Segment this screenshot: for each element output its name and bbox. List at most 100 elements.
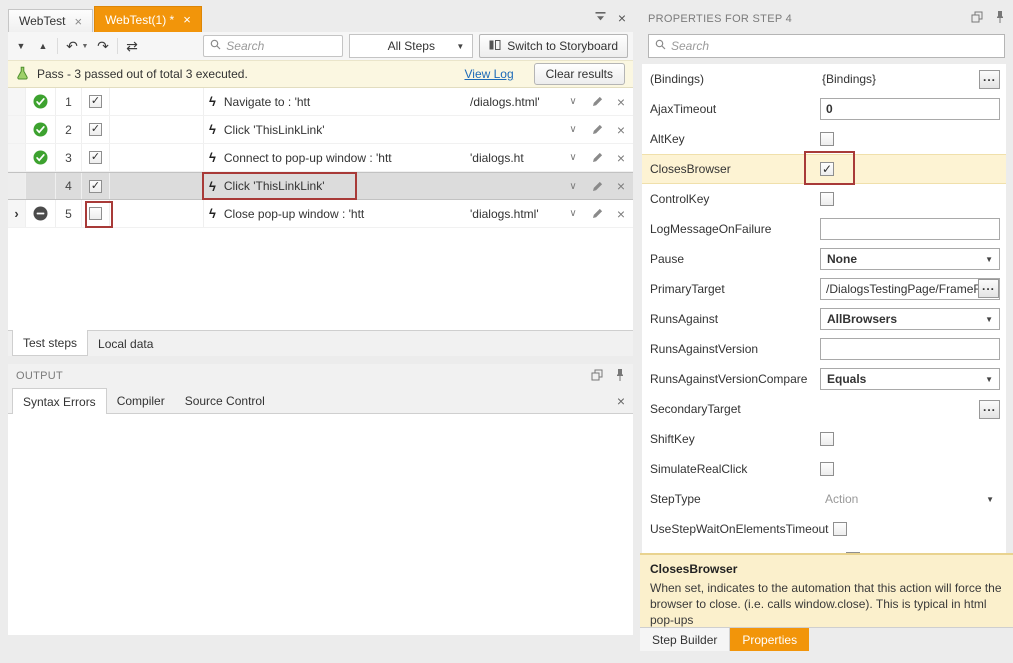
delete-step-icon[interactable]: ×	[609, 88, 633, 115]
property-row[interactable]: ShiftKey	[642, 424, 1006, 454]
ellipsis-button[interactable]: ...	[979, 400, 1000, 419]
collapse-all-icon[interactable]: ▼	[13, 42, 29, 51]
test-step-row[interactable]: 4✓ϟClick 'ThisLinkLink'∨×	[8, 172, 633, 200]
step-target-url: 'dialogs.html'	[461, 200, 561, 227]
property-row[interactable]: SimulateRealClick	[642, 454, 1006, 484]
property-row[interactable]: AltKey	[642, 124, 1006, 154]
undo-icon[interactable]: ↶	[64, 39, 80, 53]
property-select[interactable]: None▼	[820, 248, 1000, 270]
test-step-row[interactable]: 2✓ϟClick 'ThisLinkLink'∨×	[8, 116, 633, 144]
undo-menu-caret-icon[interactable]: ▼	[81, 43, 89, 50]
document-tab[interactable]: WebTest(1) *×	[94, 6, 202, 32]
view-log-link[interactable]: View Log	[464, 67, 513, 81]
property-select[interactable]: AllBrowsers▼	[820, 308, 1000, 330]
ellipsis-button[interactable]: ...	[978, 279, 999, 298]
property-row[interactable]: PrimaryTarget/DialogsTestingPage/FrameFr…	[642, 274, 1006, 304]
test-step-row[interactable]: ›5ϟClose pop-up window : 'htt'dialogs.ht…	[8, 200, 633, 228]
property-row[interactable]: LogMessageOnFailure	[642, 214, 1006, 244]
float-window-icon[interactable]	[971, 11, 983, 26]
pin-icon[interactable]	[995, 10, 1005, 27]
tab-local-data[interactable]: Local data	[88, 331, 163, 356]
delete-step-icon[interactable]: ×	[609, 116, 633, 143]
delete-step-icon[interactable]: ×	[609, 144, 633, 171]
property-row[interactable]: UseStepWaitOnElementsTimeout	[642, 514, 1006, 544]
step-spacer	[110, 88, 204, 115]
property-select-value: None	[827, 252, 857, 266]
property-row[interactable]: RunsAgainstAllBrowsers▼	[642, 304, 1006, 334]
property-checkbox[interactable]	[820, 462, 834, 476]
property-row[interactable]: ClosesBrowser✓	[642, 154, 1006, 184]
property-checkbox[interactable]	[833, 522, 847, 536]
close-panel-icon[interactable]: ×	[618, 10, 626, 26]
delete-step-icon[interactable]: ×	[609, 173, 633, 199]
step-menu-chevron-icon[interactable]: ∨	[561, 116, 585, 143]
float-window-icon[interactable]	[591, 369, 603, 384]
dock-position-icon[interactable]	[595, 11, 606, 25]
ellipsis-button[interactable]: ...	[979, 70, 1000, 89]
properties-panel-header: PROPERTIES FOR STEP 4	[648, 10, 1005, 27]
property-checkbox[interactable]	[820, 192, 834, 206]
tab-step-builder[interactable]: Step Builder	[640, 628, 730, 651]
property-row[interactable]: StepTypeAction▼	[642, 484, 1006, 514]
edit-step-icon[interactable]	[585, 116, 609, 143]
property-select-value: Action	[825, 492, 858, 506]
property-readonly-select: Action▼	[820, 492, 1000, 506]
expand-all-icon[interactable]: ▲	[35, 42, 51, 51]
insert-step-icon[interactable]: ⇄	[124, 39, 140, 53]
step-enabled-checkbox[interactable]: ✓	[89, 95, 102, 108]
clear-results-button[interactable]: Clear results	[534, 63, 625, 85]
property-input[interactable]: /DialogsTestingPage/FrameFra	[820, 278, 1000, 300]
property-row[interactable]: PauseNone▼	[642, 244, 1006, 274]
redo-icon[interactable]: ↷	[95, 39, 111, 53]
step-enabled-checkbox[interactable]: ✓	[89, 180, 102, 193]
property-row[interactable]: SecondaryTarget...	[642, 394, 1006, 424]
step-gutter: ›	[8, 200, 26, 227]
property-row[interactable]: AjaxTimeout	[642, 94, 1006, 124]
close-tab-icon[interactable]: ×	[183, 13, 191, 26]
property-checkbox[interactable]	[820, 432, 834, 446]
property-input[interactable]	[820, 338, 1000, 360]
steps-filter-dropdown[interactable]: All Steps ▼	[349, 34, 473, 58]
document-tab[interactable]: WebTest×	[8, 9, 93, 32]
output-panel-header: OUTPUT	[8, 364, 633, 388]
properties-search-input[interactable]	[671, 39, 998, 53]
tab-compiler[interactable]: Compiler	[107, 388, 175, 413]
pin-icon[interactable]	[615, 368, 625, 385]
step-menu-chevron-icon[interactable]: ∨	[561, 88, 585, 115]
delete-step-icon[interactable]: ×	[609, 200, 633, 227]
property-select[interactable]: Equals▼	[820, 368, 1000, 390]
steps-search-input[interactable]	[226, 39, 336, 53]
edit-step-icon[interactable]	[585, 144, 609, 171]
properties-search-box[interactable]	[648, 34, 1005, 58]
property-checkbox[interactable]	[820, 132, 834, 146]
property-row[interactable]: (Bindings){Bindings}...	[642, 64, 1006, 94]
property-row[interactable]: ControlKey	[642, 184, 1006, 214]
property-row[interactable]	[642, 544, 1006, 553]
switch-to-storyboard-button[interactable]: Switch to Storyboard	[479, 34, 628, 58]
property-input[interactable]	[820, 98, 1000, 120]
test-step-row[interactable]: 1✓ϟNavigate to : 'htt/dialogs.html'∨×	[8, 88, 633, 116]
edit-step-icon[interactable]	[585, 88, 609, 115]
step-menu-chevron-icon[interactable]: ∨	[561, 173, 585, 199]
close-output-icon[interactable]: ×	[617, 393, 625, 409]
step-gutter	[8, 144, 26, 171]
tab-source-control[interactable]: Source Control	[175, 388, 275, 413]
step-menu-chevron-icon[interactable]: ∨	[561, 144, 585, 171]
step-enabled-checkbox[interactable]: ✓	[89, 151, 102, 164]
property-input[interactable]	[820, 218, 1000, 240]
step-enabled-checkbox[interactable]: ✓	[89, 123, 102, 136]
step-enabled-checkbox[interactable]	[89, 207, 102, 220]
step-menu-chevron-icon[interactable]: ∨	[561, 200, 585, 227]
property-row[interactable]: RunsAgainstVersion	[642, 334, 1006, 364]
property-checkbox[interactable]: ✓	[820, 162, 834, 176]
edit-step-icon[interactable]	[585, 200, 609, 227]
edit-step-icon[interactable]	[585, 173, 609, 199]
tab-properties[interactable]: Properties	[730, 628, 809, 651]
close-tab-icon[interactable]: ×	[74, 15, 82, 28]
property-row[interactable]: RunsAgainstVersionCompareEquals▼	[642, 364, 1006, 394]
caret-down-icon: ▼	[985, 315, 993, 324]
steps-search-box[interactable]	[203, 35, 343, 57]
tab-test-steps[interactable]: Test steps	[12, 330, 88, 356]
tab-syntax-errors[interactable]: Syntax Errors	[12, 388, 107, 414]
test-step-row[interactable]: 3✓ϟConnect to pop-up window : 'htt'dialo…	[8, 144, 633, 172]
